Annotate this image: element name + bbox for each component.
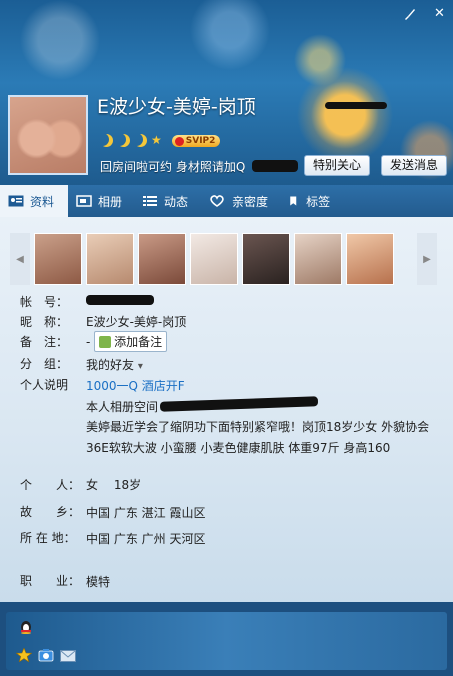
album-icon bbox=[76, 195, 92, 207]
nickname-value: E波少女-美婷-岗顶 bbox=[86, 315, 187, 329]
signature-text: 回房间啦可约 身材照请加Q bbox=[100, 160, 246, 174]
tab-tags[interactable]: 标签 bbox=[280, 185, 342, 217]
photo-thumbnail[interactable] bbox=[242, 233, 290, 285]
gender-value: 女 bbox=[86, 478, 99, 492]
add-remark-label: 添加备注 bbox=[114, 335, 163, 349]
level-badges: ★ SVIP2 bbox=[100, 133, 221, 147]
star-level-icon: ★ bbox=[151, 133, 162, 147]
tab-feed[interactable]: 动态 bbox=[134, 185, 200, 217]
location-value: 中国 广东 广州 天河区 bbox=[86, 532, 206, 546]
personal-label: 个 人： bbox=[20, 478, 81, 492]
photo-thumbnail[interactable] bbox=[86, 233, 134, 285]
bookmark-icon bbox=[290, 196, 297, 206]
brush-icon[interactable] bbox=[404, 8, 416, 24]
group-dropdown[interactable]: 我的好友 ▾ bbox=[86, 356, 143, 373]
penguin-icon[interactable] bbox=[18, 620, 34, 634]
job-value: 模特 bbox=[86, 575, 111, 589]
group-label: 分 组： bbox=[20, 357, 69, 371]
profile-content[interactable]: ◀ ▶ 帐 号： 昵 称： E波少女-美婷-岗顶 备 注： - 添加备注 分 组… bbox=[0, 217, 453, 602]
moon-level-icon bbox=[117, 134, 130, 147]
intro-line: 本人相册空间 bbox=[86, 400, 159, 414]
camera-icon[interactable] bbox=[38, 648, 54, 662]
close-icon[interactable]: ✕ bbox=[434, 6, 445, 21]
tab-album[interactable]: 相册 bbox=[68, 185, 134, 217]
group-value: 我的好友 bbox=[86, 358, 135, 372]
account-label: 帐 号： bbox=[20, 295, 69, 309]
tab-label: 相册 bbox=[98, 194, 123, 209]
personal-value: 女 18岁 bbox=[86, 476, 141, 493]
location-label: 所 在 地： bbox=[20, 531, 76, 545]
remark-value: - bbox=[86, 335, 91, 349]
photo-strip-left-arrow[interactable]: ◀ bbox=[10, 233, 30, 285]
star-icon[interactable] bbox=[16, 648, 32, 662]
redaction-mark bbox=[159, 396, 319, 412]
intro-line: 36E软软大波 小蛮腰 小麦色健康肌肤 体重97斤 身高160 bbox=[86, 441, 391, 455]
chevron-down-icon: ▾ bbox=[137, 361, 143, 372]
remark-label: 备 注： bbox=[20, 335, 69, 349]
redaction-mark bbox=[325, 102, 387, 109]
heart-icon bbox=[210, 195, 224, 207]
feed-list-icon bbox=[143, 196, 158, 206]
tab-profile[interactable]: 资料 bbox=[0, 185, 69, 217]
svip-badge[interactable]: SVIP2 bbox=[171, 134, 221, 147]
photo-thumbnail[interactable] bbox=[294, 233, 342, 285]
intro-line: 1000一Q 酒店开F bbox=[86, 379, 185, 393]
tab-bar: 资料 相册 动态 亲密度 标签 bbox=[0, 185, 453, 217]
tab-label: 动态 bbox=[164, 194, 189, 209]
special-care-button[interactable]: 特别关心 bbox=[304, 155, 371, 176]
remark-row: - 添加备注 bbox=[86, 331, 168, 352]
redaction-mark bbox=[252, 160, 298, 172]
profile-header: ✕ E波少女-美婷-岗顶 ★ SVIP2 回房间啦可约 身材照请加Q 特别关心 … bbox=[0, 0, 453, 185]
tab-label: 资料 bbox=[30, 194, 55, 209]
photo-thumbnail[interactable] bbox=[34, 233, 82, 285]
intro-line: 美婷最近学会了缩阴功下面特别紧窄哦！岗顶18岁少女 外貌协会 bbox=[86, 420, 430, 434]
nickname-label: 昵 称： bbox=[20, 315, 69, 329]
footer-bar bbox=[6, 612, 447, 670]
tab-label: 亲密度 bbox=[232, 194, 269, 209]
job-label: 职 业： bbox=[20, 574, 81, 588]
tab-label: 标签 bbox=[306, 194, 331, 209]
avatar[interactable] bbox=[8, 95, 88, 175]
photo-thumbnail[interactable] bbox=[190, 233, 238, 285]
age-value: 18岁 bbox=[113, 478, 142, 492]
hometown-label: 故 乡： bbox=[20, 505, 81, 519]
hometown-value: 中国 广东 湛江 霞山区 bbox=[86, 506, 206, 520]
add-remark-button[interactable]: 添加备注 bbox=[94, 331, 168, 352]
photo-strip: ◀ ▶ bbox=[10, 233, 440, 285]
moon-level-icon bbox=[134, 134, 147, 147]
photo-thumbnail[interactable] bbox=[346, 233, 394, 285]
moon-level-icon bbox=[100, 134, 113, 147]
intro-label: 个人说明 bbox=[20, 378, 69, 392]
send-message-button[interactable]: 发送消息 bbox=[381, 155, 448, 176]
header-nickname: E波少女-美婷-岗顶 bbox=[97, 96, 256, 118]
redaction-mark bbox=[86, 295, 154, 305]
mail-icon[interactable] bbox=[60, 649, 76, 663]
profile-card-icon bbox=[8, 195, 24, 207]
photo-thumbnail[interactable] bbox=[138, 233, 186, 285]
edit-icon bbox=[99, 336, 112, 348]
tab-intimacy[interactable]: 亲密度 bbox=[200, 185, 280, 217]
photo-strip-right-arrow[interactable]: ▶ bbox=[417, 233, 437, 285]
